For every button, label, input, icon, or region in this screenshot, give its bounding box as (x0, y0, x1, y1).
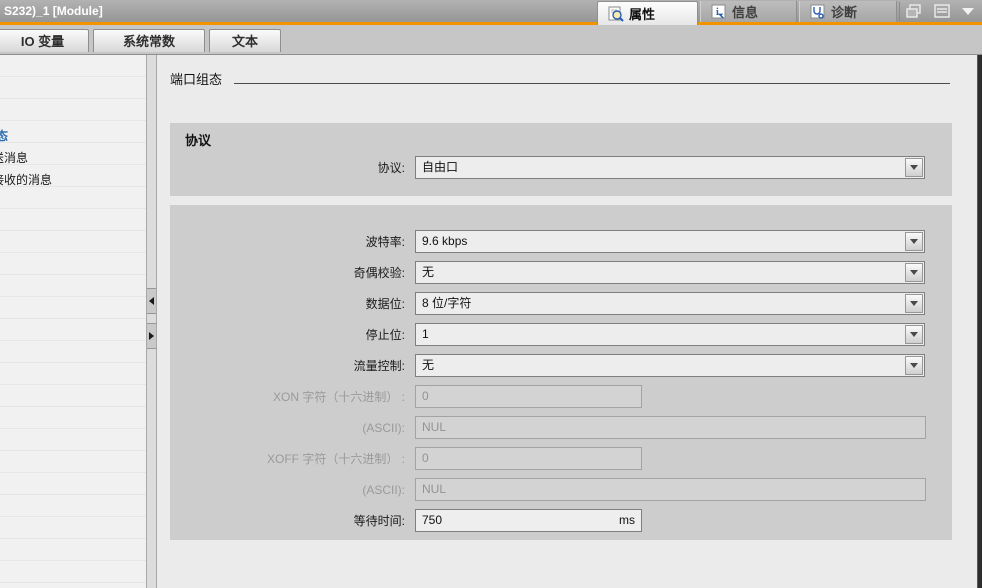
xoff-ascii-value: NUL (422, 479, 446, 500)
collapse-right-button[interactable] (147, 323, 156, 349)
wait-time-input[interactable]: 750 ms (415, 509, 642, 532)
navigation-items: 端口组态 组态传送消息 组态所接收的消息 (0, 125, 146, 191)
window-list-icon[interactable] (934, 4, 950, 18)
chevron-down-icon (910, 301, 918, 306)
tab-io-tags-label: IO 变量 (21, 34, 64, 49)
accent-line (0, 22, 982, 25)
chevron-down-icon (910, 270, 918, 275)
baud-rate-dropdown[interactable]: 9.6 kbps (415, 230, 925, 253)
wait-time-label: 等待时间: (170, 512, 415, 529)
flow-control-label: 流量控制: (170, 357, 415, 374)
parity-dropdown[interactable]: 无 (415, 261, 925, 284)
wait-time-unit: ms (619, 510, 635, 531)
properties-content: 端口组态 协议 协议: 自由口 波特率: 9.6 kbps 奇偶校验: (157, 55, 977, 588)
properties-magnifier-icon (608, 6, 624, 22)
stop-bits-dropdown-button[interactable] (905, 325, 923, 344)
tab-texts[interactable]: 文本 (209, 29, 281, 52)
xoff-ascii-input: NUL (415, 478, 926, 501)
tab-diagnostics[interactable]: 诊断 (799, 1, 897, 22)
page-heading: 端口组态 (170, 69, 950, 88)
triangle-right-icon (149, 332, 154, 340)
diagnostics-stethoscope-icon (810, 4, 826, 20)
flow-control-dropdown[interactable]: 无 (415, 354, 925, 377)
page-title: 端口组态 (170, 69, 222, 88)
info-icon: i (711, 4, 727, 20)
data-bits-value: 8 位/字符 (422, 293, 902, 314)
triangle-left-icon (149, 297, 154, 305)
baud-rate-value: 9.6 kbps (422, 231, 902, 252)
chevron-down-icon (910, 363, 918, 368)
xon-ascii-input: NUL (415, 416, 926, 439)
chevron-down-icon (910, 239, 918, 244)
svg-text:i: i (716, 7, 719, 18)
parity-value: 无 (422, 262, 902, 283)
xon-ascii-label: (ASCII): (170, 421, 415, 435)
wait-time-value: 750 (422, 510, 442, 531)
window-title: S232)_1 [Module] (4, 0, 103, 22)
window-right-border (977, 55, 982, 588)
baud-rate-dropdown-button[interactable] (905, 232, 923, 251)
parity-label: 奇偶校验: (170, 264, 415, 281)
stop-bits-value: 1 (422, 324, 902, 345)
heading-rule (234, 83, 950, 84)
xon-hex-label: XON 字符（十六进制） : (170, 388, 415, 405)
xon-hex-value: 0 (422, 386, 429, 407)
tab-system-constants[interactable]: 系统常数 (93, 29, 205, 52)
flow-control-value: 无 (422, 355, 902, 376)
xoff-hex-input: 0 (415, 447, 642, 470)
baud-rate-label: 波特率: (170, 233, 415, 250)
protocol-dropdown[interactable]: 自由口 (415, 156, 925, 179)
protocol-group: 协议 协议: 自由口 (170, 123, 952, 196)
data-bits-dropdown-button[interactable] (905, 294, 923, 313)
data-bits-dropdown[interactable]: 8 位/字符 (415, 292, 925, 315)
port-parameters-group: 波特率: 9.6 kbps 奇偶校验: 无 数据位: 8 位/字符 停止位: 1 (170, 205, 952, 540)
data-bits-label: 数据位: (170, 295, 415, 312)
chevron-down-icon (910, 332, 918, 337)
xon-ascii-value: NUL (422, 417, 446, 438)
tab-texts-label: 文本 (232, 34, 258, 49)
tab-properties[interactable]: 属性 (597, 1, 698, 25)
tab-info[interactable]: i 信息 (700, 1, 797, 22)
protocol-group-title: 协议 (185, 130, 952, 149)
collapse-left-button[interactable] (147, 288, 156, 314)
stop-bits-dropdown[interactable]: 1 (415, 323, 925, 346)
sidebar-item-receive-message-config[interactable]: 组态所接收的消息 (0, 169, 146, 191)
xon-hex-input: 0 (415, 385, 642, 408)
flow-control-dropdown-button[interactable] (905, 356, 923, 375)
parity-dropdown-button[interactable] (905, 263, 923, 282)
xoff-hex-value: 0 (422, 448, 429, 469)
tab-io-tags[interactable]: IO 变量 (0, 29, 89, 52)
float-window-icon[interactable] (906, 4, 922, 18)
tab-properties-label: 属性 (629, 4, 655, 23)
chevron-down-icon (910, 165, 918, 170)
xoff-hex-label: XOFF 字符（十六进制） : (170, 450, 415, 467)
protocol-value: 自由口 (422, 157, 902, 178)
sidebar-item-port-configuration[interactable]: 端口组态 (0, 125, 146, 147)
subtab-strip: IO 变量 系统常数 文本 (0, 25, 982, 55)
protocol-label: 协议: (170, 159, 415, 176)
tab-system-constants-label: 系统常数 (123, 34, 175, 49)
protocol-dropdown-button[interactable] (905, 158, 923, 177)
stop-bits-label: 停止位: (170, 326, 415, 343)
navigation-tree: 端口组态 组态传送消息 组态所接收的消息 (0, 55, 146, 588)
tab-info-label: 信息 (732, 2, 758, 21)
sidebar-item-transmit-message-config[interactable]: 组态传送消息 (0, 147, 146, 169)
tab-separator (899, 2, 900, 21)
collapse-pane-chevron-icon[interactable] (960, 4, 976, 18)
pane-splitter[interactable] (146, 55, 157, 588)
xoff-ascii-label: (ASCII): (170, 483, 415, 497)
tab-diagnostics-label: 诊断 (831, 2, 857, 21)
